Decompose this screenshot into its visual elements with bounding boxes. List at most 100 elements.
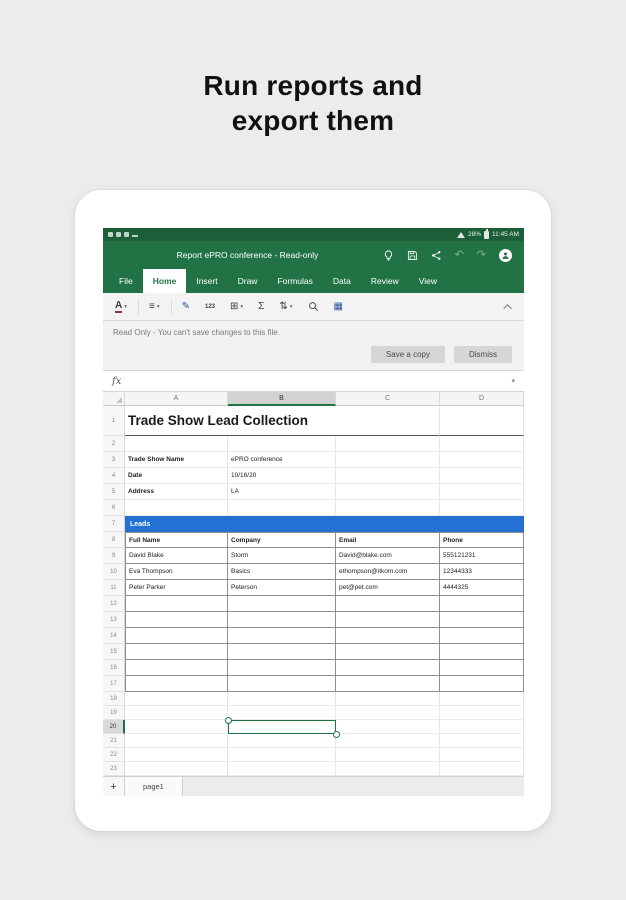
cell[interactable] — [125, 644, 228, 660]
cell[interactable] — [440, 406, 524, 436]
cell[interactable] — [336, 706, 440, 720]
cell[interactable] — [440, 452, 524, 468]
cell[interactable] — [125, 748, 228, 762]
cell[interactable] — [125, 692, 228, 706]
cell[interactable] — [336, 748, 440, 762]
account-avatar[interactable] — [499, 248, 512, 262]
cell-lead-email[interactable]: David@blake.com — [336, 548, 440, 564]
cell[interactable] — [336, 596, 440, 612]
cell[interactable] — [228, 734, 336, 748]
cell[interactable] — [228, 436, 336, 452]
cell[interactable] — [125, 628, 228, 644]
cell[interactable] — [125, 612, 228, 628]
column-header-d[interactable]: D — [440, 392, 524, 406]
cell[interactable] — [228, 500, 336, 516]
cell[interactable] — [125, 706, 228, 720]
select-all-corner[interactable] — [103, 392, 125, 406]
ribbon-tab-file[interactable]: File — [109, 269, 143, 293]
collapse-ribbon-chevron-icon[interactable] — [503, 303, 512, 313]
cell[interactable] — [440, 706, 524, 720]
undo-icon[interactable]: ↶ — [455, 249, 464, 261]
cell[interactable] — [228, 762, 336, 776]
cell[interactable] — [228, 660, 336, 676]
cell[interactable] — [125, 660, 228, 676]
format-painter-button[interactable]: ✎ — [182, 301, 190, 312]
cell-lead-name[interactable]: David Blake — [125, 548, 228, 564]
ribbon-tab-data[interactable]: Data — [323, 269, 361, 293]
cell[interactable] — [336, 692, 440, 706]
sort-filter-button[interactable]: ⇅ ▾ — [279, 301, 292, 312]
sheet-tab-page1[interactable]: page1 — [125, 777, 183, 796]
cell[interactable] — [228, 706, 336, 720]
cell[interactable] — [336, 612, 440, 628]
cell-lead-email[interactable]: ethompson@itkom.com — [336, 564, 440, 580]
cell-lead-phone[interactable]: 4444325 — [440, 580, 524, 596]
cell[interactable] — [336, 406, 440, 436]
cell-lead-phone[interactable]: 12344333 — [440, 564, 524, 580]
search-button[interactable] — [308, 301, 319, 312]
ribbon-tab-formulas[interactable]: Formulas — [267, 269, 322, 293]
row-number[interactable]: 11 — [103, 580, 125, 596]
cell-date-value[interactable]: 10/16/20 — [228, 468, 336, 484]
selection-handle-bottom-right[interactable] — [332, 730, 340, 738]
cell-lead-email[interactable]: pet@pet.com — [336, 580, 440, 596]
cell[interactable] — [125, 500, 228, 516]
cell-lead-name[interactable]: Eva Thompson — [125, 564, 228, 580]
spreadsheet-grid[interactable]: 1 Trade Show Lead Collection 2 3 Trade S… — [103, 406, 524, 776]
selection-handle-top-left[interactable] — [224, 716, 232, 724]
cell-date-label[interactable]: Date — [125, 468, 228, 484]
cell-header-phone[interactable]: Phone — [440, 532, 524, 548]
cell-a1[interactable]: Trade Show Lead Collection — [125, 406, 308, 436]
row-number[interactable]: 10 — [103, 564, 125, 580]
row-number[interactable]: 19 — [103, 706, 125, 720]
cell[interactable] — [228, 676, 336, 692]
row-number[interactable]: 1 — [103, 406, 125, 436]
cell-header-email[interactable]: Email — [336, 532, 440, 548]
cell[interactable] — [336, 468, 440, 484]
formula-bar-chevron-icon[interactable]: ▾ — [511, 377, 515, 385]
cell[interactable] — [440, 748, 524, 762]
cell[interactable] — [125, 596, 228, 612]
cell-lead-company[interactable]: Peterson — [228, 580, 336, 596]
row-number[interactable]: 2 — [103, 436, 125, 452]
cell[interactable] — [125, 720, 228, 734]
row-number[interactable]: 7 — [103, 516, 125, 532]
row-number[interactable]: 9 — [103, 548, 125, 564]
cell-trade-show-name-value[interactable]: ePRO conference — [228, 452, 336, 468]
cell[interactable] — [336, 676, 440, 692]
row-number[interactable]: 22 — [103, 748, 125, 762]
cell[interactable] — [336, 762, 440, 776]
cell-lead-company[interactable]: Basics — [228, 564, 336, 580]
alignment-button[interactable]: ≡ ▾ — [149, 301, 160, 312]
cell[interactable] — [336, 644, 440, 660]
row-number[interactable]: 13 — [103, 612, 125, 628]
cell-selection-box[interactable] — [224, 716, 340, 738]
row-number[interactable]: 17 — [103, 676, 125, 692]
cell[interactable] — [440, 628, 524, 644]
column-header-c[interactable]: C — [336, 392, 440, 406]
dismiss-button[interactable]: Dismiss — [454, 346, 512, 363]
borders-button[interactable]: ⊞ ▾ — [230, 301, 243, 312]
cell[interactable] — [440, 720, 524, 734]
cell-lead-name[interactable]: Peter Parker — [125, 580, 228, 596]
cell-trade-show-name-label[interactable]: Trade Show Name — [125, 452, 228, 468]
cell[interactable] — [440, 762, 524, 776]
column-header-a[interactable]: A — [125, 392, 228, 406]
cell[interactable] — [440, 612, 524, 628]
cell[interactable] — [228, 612, 336, 628]
share-icon[interactable] — [431, 250, 442, 261]
row-number[interactable]: 3 — [103, 452, 125, 468]
cell-address-value[interactable]: LA — [228, 484, 336, 500]
save-a-copy-button[interactable]: Save a copy — [370, 346, 445, 363]
cell[interactable] — [336, 500, 440, 516]
cell-address-label[interactable]: Address — [125, 484, 228, 500]
cell[interactable] — [440, 644, 524, 660]
leads-section-header[interactable]: Leads — [125, 516, 524, 532]
cell[interactable] — [125, 734, 228, 748]
cell[interactable] — [440, 660, 524, 676]
ribbon-tab-review[interactable]: Review — [361, 269, 409, 293]
cell[interactable] — [336, 720, 440, 734]
cell[interactable] — [440, 484, 524, 500]
cell[interactable] — [336, 484, 440, 500]
row-number[interactable]: 18 — [103, 692, 125, 706]
